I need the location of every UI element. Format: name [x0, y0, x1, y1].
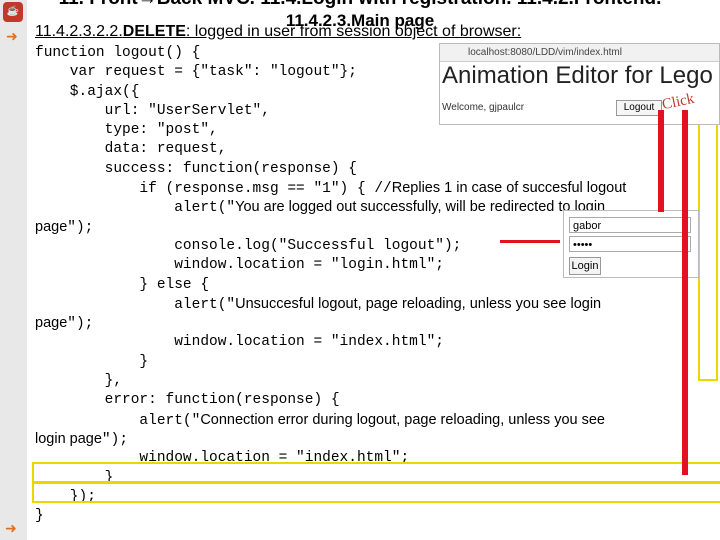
subsection-heading: 11.4.2.3.2.2.DELETE: logged in user from… — [35, 23, 521, 41]
login-button[interactable]: Login — [569, 257, 601, 275]
alert-message: page — [35, 315, 68, 332]
code-line: } — [35, 353, 149, 370]
annotation-arrow — [682, 110, 688, 475]
click-annotation: Click — [660, 90, 696, 114]
code-highlight-box — [698, 119, 718, 381]
password-field[interactable]: ••••• — [569, 236, 691, 252]
code-fragment: "); — [67, 219, 94, 236]
alert-message: page — [35, 218, 68, 235]
code-line: if (response.msg == "1") { //Replies 1 i… — [35, 179, 715, 198]
subsection-number: 11.4.2.3.2.2. — [35, 23, 123, 40]
code-line: login page"); — [35, 430, 715, 449]
code-fragment: alert(" — [35, 200, 236, 217]
welcome-text: Welcome, gjpaulcr — [442, 102, 525, 113]
left-decor-strip: ☕ ➜ ➜ — [0, 0, 27, 540]
address-bar: localhost:8080/LDD/vim/index.html — [440, 44, 719, 62]
login-form-screenshot: gabor ••••• Login — [563, 210, 699, 278]
code-comment: Replies 1 in case of succesful logout — [391, 180, 627, 197]
subsection-keyword: DELETE — [122, 23, 186, 40]
alert-message: Connection error during logout, page rel… — [200, 411, 605, 428]
code-line: success: function(response) { — [35, 160, 357, 177]
alert-message: You are logged out successfully, will be… — [235, 199, 606, 216]
code-line: alert("Connection error during logout, p… — [35, 411, 715, 430]
code-line: alert("Unsuccesful logout, page reloadin… — [35, 295, 715, 314]
browser-screenshot: localhost:8080/LDD/vim/index.html Animat… — [439, 43, 720, 125]
logout-button[interactable]: Logout — [616, 100, 662, 116]
code-line: error: function(response) { — [35, 392, 340, 409]
code-line: data: request, — [35, 141, 227, 158]
code-line: }, — [35, 373, 123, 390]
code-highlight-box — [32, 481, 720, 503]
slide-title-line1: 11. Front→Back MVC. 11.4.Login with regi… — [0, 0, 720, 10]
code-fragment: alert(" — [35, 296, 236, 313]
code-fragment: "); — [101, 431, 129, 448]
code-line: page"); — [35, 314, 715, 333]
annotation-arrow — [500, 240, 560, 243]
alert-message: Unsuccesful logout, page reloading, unle… — [235, 295, 602, 312]
username-field[interactable]: gabor — [569, 217, 691, 233]
bullet-arrow-icon: ➜ — [5, 520, 17, 536]
annotation-arrow — [658, 110, 664, 212]
code-line: } else { — [35, 276, 210, 293]
code-fragment: alert(" — [35, 412, 201, 429]
code-line: window.location = "index.html"; — [35, 334, 444, 351]
code-fragment: if (response.msg == "1") { // — [35, 181, 392, 198]
app-title: Animation Editor for Lego — [442, 62, 713, 89]
subsection-text: : logged in user from session object of … — [185, 23, 522, 40]
code-line: } — [35, 508, 44, 525]
code-fragment: "); — [67, 316, 94, 333]
alert-message: login page — [35, 430, 102, 447]
